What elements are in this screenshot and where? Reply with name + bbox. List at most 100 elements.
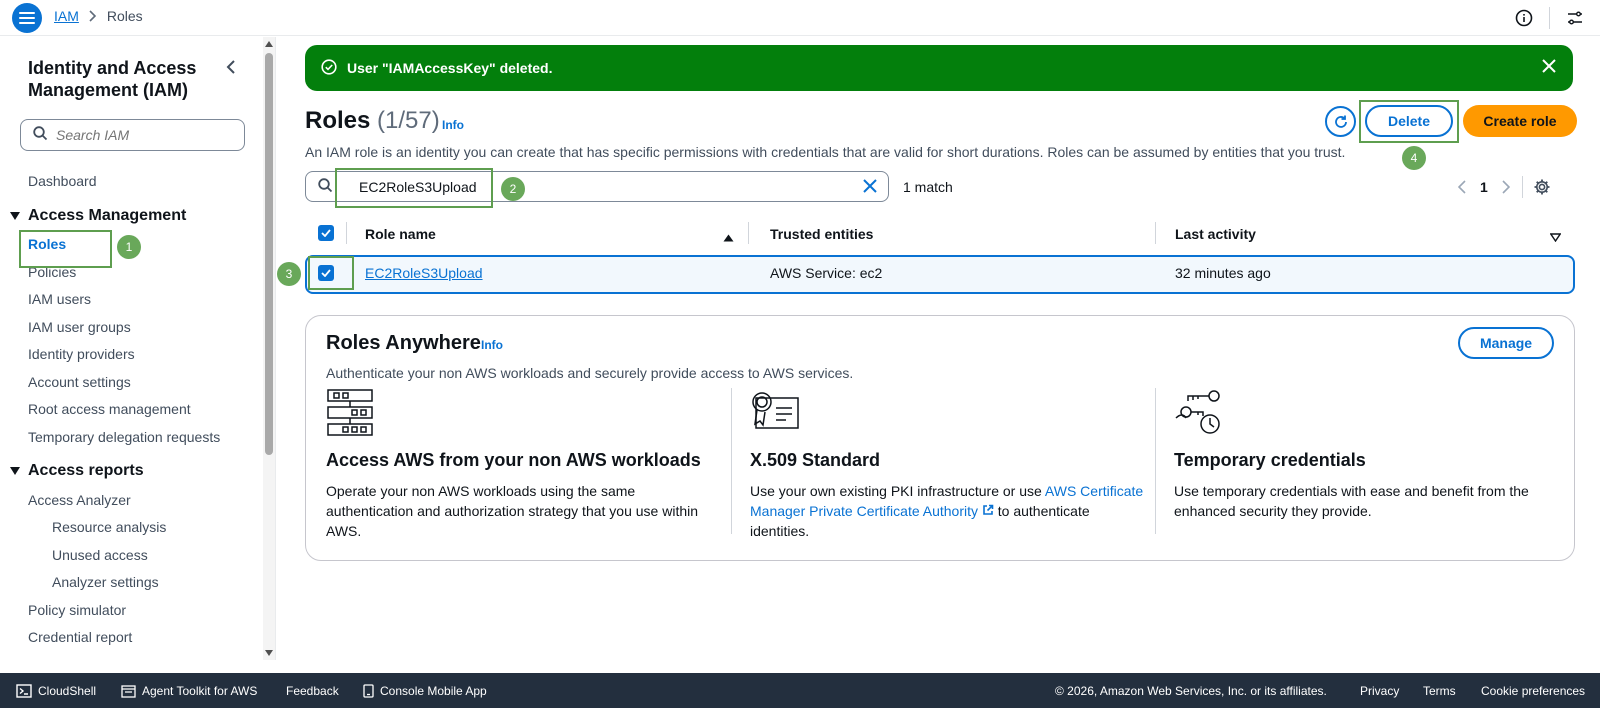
sidebar-item-policy-simulator[interactable]: Policy simulator <box>28 602 126 618</box>
terms-link[interactable]: Terms <box>1423 684 1456 698</box>
sidebar-item-temporary-delegation-requests[interactable]: Temporary delegation requests <box>28 429 220 445</box>
breadcrumb-current: Roles <box>106 8 143 24</box>
sidebar-item-analyzer-settings[interactable]: Analyzer settings <box>52 574 159 590</box>
chevron-left-icon[interactable] <box>226 59 236 78</box>
feature-text: Use temporary credentials with ease and … <box>1174 483 1529 519</box>
feature-title: Temporary credentials <box>1174 450 1366 470</box>
chevron-left-icon[interactable] <box>1458 180 1466 194</box>
select-all-checkbox[interactable] <box>318 225 334 241</box>
feature-access-aws: Access AWS from your non AWS workloads O… <box>326 388 721 541</box>
cloudshell-link[interactable]: CloudShell <box>16 684 96 698</box>
success-flash: User "IAMAccessKey" deleted. <box>305 45 1573 91</box>
console-mobile-app-link[interactable]: Console Mobile App <box>363 684 487 698</box>
pagination: 1 <box>1458 176 1551 198</box>
sort-descending-icon[interactable] <box>1549 229 1562 245</box>
sidebar-item-iam-user-groups[interactable]: IAM user groups <box>28 319 131 335</box>
server-stack-icon <box>326 388 721 442</box>
chevron-right-icon[interactable] <box>1502 180 1510 194</box>
menu-icon[interactable] <box>12 3 42 33</box>
last-activity-cell: 32 minutes ago <box>1175 265 1271 281</box>
section-label: Access reports <box>28 462 144 479</box>
annotation-badge-2: 2 <box>501 177 525 201</box>
annotation-badge-4: 4 <box>1402 146 1426 170</box>
chevron-right-icon <box>89 10 97 22</box>
cookie-preferences-link[interactable]: Cookie preferences <box>1481 684 1585 698</box>
terminal-icon <box>16 684 32 698</box>
feature-title: Access AWS from your non AWS workloads <box>326 450 701 470</box>
refresh-icon <box>1334 115 1347 128</box>
page-title: Roles (1/57) <box>305 107 440 135</box>
selected-count: (1/57) <box>377 107 440 134</box>
search-input[interactable] <box>56 127 226 143</box>
feature-x509: X.509 Standard Use your own existing PKI… <box>750 388 1145 541</box>
window-icon <box>121 684 136 698</box>
agent-toolkit-link[interactable]: Agent Toolkit for AWS <box>121 684 257 698</box>
sidebar-item-credential-report[interactable]: Credential report <box>28 629 132 645</box>
check-circle-icon <box>321 58 337 78</box>
feature-temporary-credentials: Temporary credentials Use temporary cred… <box>1174 388 1569 521</box>
search-icon <box>33 126 48 144</box>
annotation-box-4 <box>1359 100 1459 143</box>
feedback-link[interactable]: Feedback <box>286 684 339 698</box>
column-role-name[interactable]: Role name <box>365 226 436 242</box>
sidebar-item-access-analyzer[interactable]: Access Analyzer <box>28 492 131 508</box>
external-link-icon[interactable] <box>982 503 994 519</box>
annotation-box-3 <box>308 256 354 290</box>
mobile-app-label: Console Mobile App <box>380 684 487 698</box>
trusted-entities-cell: AWS Service: ec2 <box>770 265 883 281</box>
sidebar-item-root-access-management[interactable]: Root access management <box>28 401 191 417</box>
privacy-link[interactable]: Privacy <box>1360 684 1399 698</box>
agent-toolkit-label: Agent Toolkit for AWS <box>142 684 258 698</box>
page-number[interactable]: 1 <box>1480 179 1488 195</box>
breadcrumb-iam-link[interactable]: IAM <box>54 8 79 24</box>
sidebar-item-unused-access[interactable]: Unused access <box>52 547 148 563</box>
roles-anywhere-info-link[interactable]: Info <box>481 338 503 352</box>
clear-icon[interactable] <box>862 178 878 197</box>
sidebar-item-account-settings[interactable]: Account settings <box>28 374 131 390</box>
sidebar-title: Identity and Access Management (IAM) <box>28 58 197 100</box>
roles-anywhere-panel: Roles Anywhere Info Manage Authenticate … <box>305 315 1575 561</box>
flash-message: User "IAMAccessKey" deleted. <box>347 60 553 76</box>
preferences-icon[interactable] <box>1564 7 1586 29</box>
column-last-activity[interactable]: Last activity <box>1175 226 1256 242</box>
text-before: Use your own existing PKI infrastructure… <box>750 483 1045 499</box>
settings-gear-icon[interactable] <box>1533 178 1551 196</box>
sidebar-search[interactable] <box>20 119 245 151</box>
sidebar-item-resource-analysis[interactable]: Resource analysis <box>52 519 166 535</box>
feature-text: Operate your non AWS workloads using the… <box>326 483 699 539</box>
top-navigation-bar: IAM Roles <box>0 0 1600 36</box>
caret-down-icon <box>10 212 20 220</box>
sidebar-item-iam-users[interactable]: IAM users <box>28 291 91 307</box>
sort-ascending-icon[interactable] <box>723 229 734 245</box>
footer: CloudShell Agent Toolkit for AWS Feedbac… <box>0 673 1600 708</box>
certificate-icon <box>750 388 1145 442</box>
match-count: 1 match <box>903 179 953 195</box>
feature-text: Use your own existing PKI infrastructure… <box>750 481 1145 541</box>
cloudshell-label: CloudShell <box>38 684 97 698</box>
table-row[interactable] <box>305 255 1575 294</box>
section-label: Access Management <box>28 207 187 224</box>
search-icon <box>318 177 333 196</box>
copyright: © 2026, Amazon Web Services, Inc. or its… <box>1055 684 1327 698</box>
annotation-box-1 <box>19 230 112 268</box>
caret-down-icon <box>10 467 20 475</box>
refresh-button[interactable] <box>1325 106 1356 137</box>
role-name-link[interactable]: EC2RoleS3Upload <box>365 265 483 281</box>
create-role-button[interactable]: Create role <box>1463 105 1577 137</box>
sidebar-item-identity-providers[interactable]: Identity providers <box>28 346 135 362</box>
sidebar-section-access-management[interactable]: Access Management <box>10 207 186 225</box>
sidebar-section-access-reports[interactable]: Access reports <box>10 462 144 480</box>
annotation-box-2 <box>335 168 493 208</box>
sidebar-item-dashboard[interactable]: Dashboard <box>28 173 97 189</box>
feature-title: X.509 Standard <box>750 450 881 470</box>
column-trusted-entities[interactable]: Trusted entities <box>770 226 873 242</box>
key-clock-icon <box>1174 388 1569 442</box>
manage-button[interactable]: Manage <box>1458 327 1554 359</box>
annotation-badge-1: 1 <box>117 235 141 259</box>
close-icon[interactable] <box>1541 58 1557 77</box>
info-link[interactable]: Info <box>442 118 464 132</box>
info-icon[interactable] <box>1513 7 1535 29</box>
sidebar: Identity and Access Management (IAM) Das… <box>0 37 262 673</box>
page-description: An IAM role is an identity you can creat… <box>305 144 1346 160</box>
sidebar-scrollbar[interactable] <box>263 37 275 660</box>
